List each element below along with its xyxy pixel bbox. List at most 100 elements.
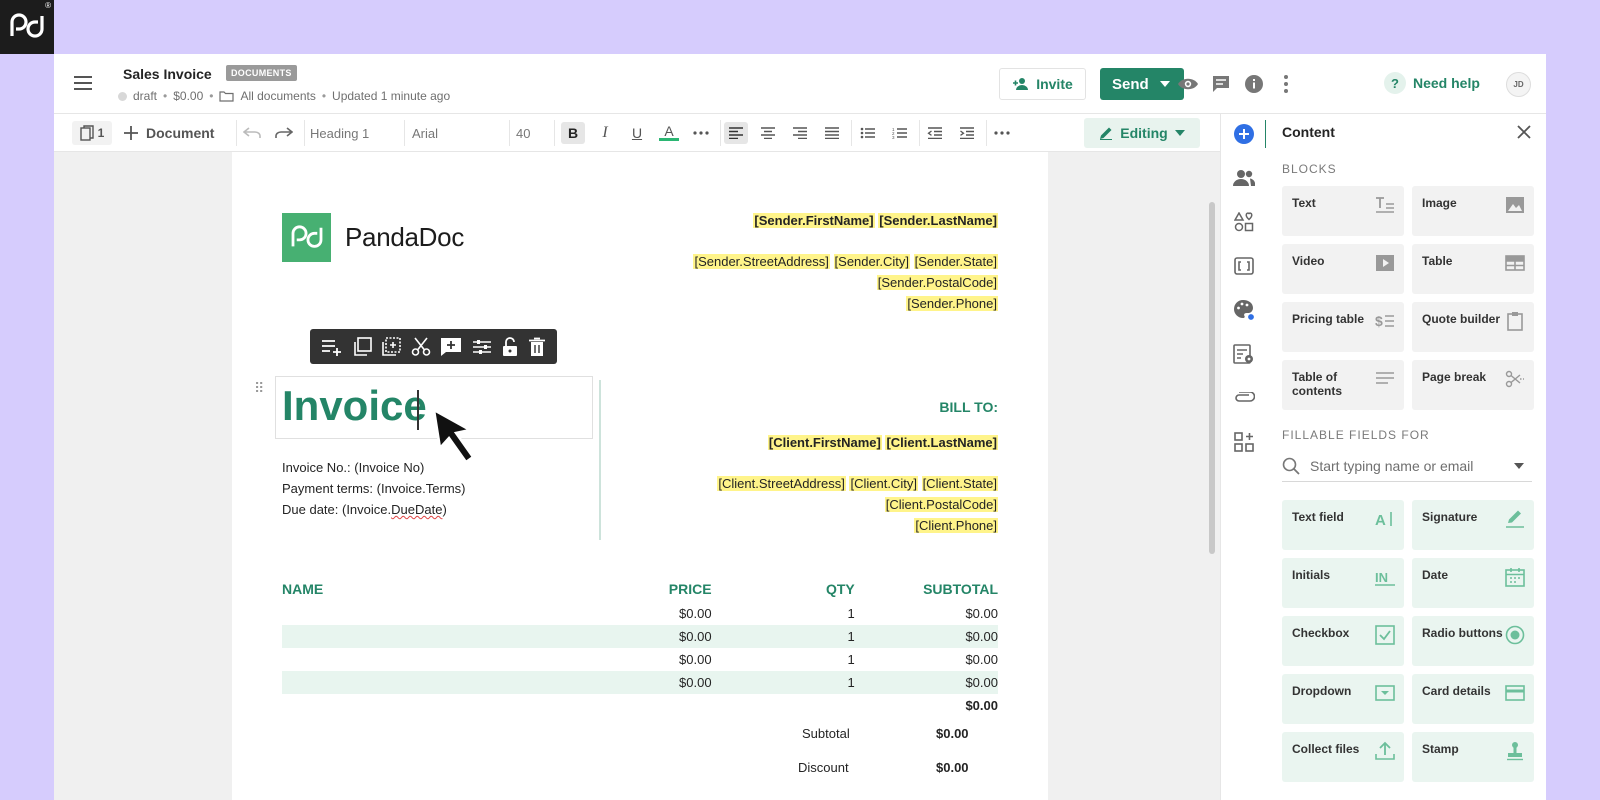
align-center-icon[interactable]: [756, 122, 780, 144]
column-header-subtotal: SUBTOTAL: [923, 581, 998, 597]
bill-to-label[interactable]: BILL TO:: [939, 399, 998, 415]
recipients-icon[interactable]: [1232, 166, 1256, 190]
discount-value[interactable]: $0.00: [936, 760, 969, 775]
attachment-icon[interactable]: [1232, 386, 1256, 410]
design-palette-icon[interactable]: [1232, 298, 1256, 322]
select-block-icon[interactable]: [381, 336, 402, 357]
avatar[interactable]: JD: [1506, 72, 1531, 97]
field-collect-files[interactable]: Collect files: [1282, 732, 1404, 782]
block-pricing-table[interactable]: Pricing table $: [1282, 302, 1404, 352]
canvas-scrollbar[interactable]: [1209, 202, 1215, 554]
block-video[interactable]: Video: [1282, 244, 1404, 294]
add-document-button[interactable]: Document: [124, 122, 214, 144]
client-street-token[interactable]: [Client.StreetAddress]: [717, 476, 846, 491]
align-justify-icon[interactable]: [820, 122, 844, 144]
field-initials[interactable]: Initials IN: [1282, 558, 1404, 608]
invite-button[interactable]: Invite: [999, 68, 1086, 100]
field-stamp[interactable]: Stamp: [1412, 732, 1534, 782]
scissors-icon[interactable]: [411, 337, 431, 357]
bullet-list-icon[interactable]: [856, 122, 880, 144]
align-right-icon[interactable]: [788, 122, 812, 144]
shapes-icon[interactable]: [1232, 210, 1256, 234]
indent-icon[interactable]: [955, 122, 979, 144]
recipient-search[interactable]: [1282, 450, 1532, 482]
block-page-break[interactable]: Page break: [1412, 360, 1534, 410]
client-first-name-token[interactable]: [Client.FirstName]: [767, 435, 882, 450]
hamburger-menu-icon[interactable]: [74, 74, 92, 92]
italic-button[interactable]: I: [593, 122, 617, 144]
pages-button[interactable]: 1: [72, 121, 112, 145]
table-row[interactable]: $0.00 1 $0.00: [282, 625, 998, 648]
sender-postal-token[interactable]: [Sender.PostalCode]: [876, 275, 998, 290]
client-postal-token[interactable]: [Client.PostalCode]: [884, 497, 998, 512]
sender-phone-token[interactable]: [Sender.Phone]: [906, 296, 998, 311]
field-checkbox[interactable]: Checkbox: [1282, 616, 1404, 666]
sender-first-name-token[interactable]: [Sender.FirstName]: [753, 213, 875, 228]
status-text: draft: [133, 89, 158, 103]
block-image[interactable]: Image: [1412, 186, 1534, 236]
folder-link[interactable]: All documents: [240, 89, 315, 103]
insert-after-icon[interactable]: [321, 338, 343, 356]
pricing-table[interactable]: NAME PRICE QTY SUBTOTAL $0.00 1 $0.00 $0…: [282, 576, 998, 717]
text-color-button[interactable]: A: [657, 122, 681, 144]
settings-sliders-icon[interactable]: [472, 338, 492, 356]
block-quote-builder[interactable]: Quote builder: [1412, 302, 1534, 352]
pricing-settings-icon[interactable]: [1232, 342, 1256, 366]
unlock-icon[interactable]: [501, 336, 519, 357]
block-table[interactable]: Table: [1412, 244, 1534, 294]
chevron-down-icon[interactable]: [1514, 462, 1524, 469]
apps-icon[interactable]: [1232, 430, 1256, 454]
more-vertical-icon[interactable]: [1274, 72, 1298, 96]
trash-icon[interactable]: [528, 337, 546, 357]
invoice-number[interactable]: Invoice No.: (Invoice No): [282, 457, 466, 478]
sender-last-name-token[interactable]: [Sender.LastName]: [878, 213, 998, 228]
undo-icon[interactable]: [242, 122, 262, 144]
need-help-button[interactable]: ? Need help: [1384, 72, 1480, 94]
table-row[interactable]: $0.00 1 $0.00: [282, 602, 998, 625]
field-card-details[interactable]: Card details: [1412, 674, 1534, 724]
block-text[interactable]: Text: [1282, 186, 1404, 236]
client-city-token[interactable]: [Client.City]: [849, 476, 918, 491]
comments-icon[interactable]: [1209, 72, 1233, 96]
underline-button[interactable]: U: [625, 122, 649, 144]
editing-mode-button[interactable]: Editing: [1084, 118, 1200, 148]
field-dropdown[interactable]: Dropdown: [1282, 674, 1404, 724]
table-row[interactable]: $0.00 1 $0.00: [282, 648, 998, 671]
field-date[interactable]: Date: [1412, 558, 1534, 608]
add-content-icon[interactable]: [1232, 122, 1256, 146]
duplicate-icon[interactable]: [352, 336, 372, 357]
field-signature[interactable]: Signature: [1412, 500, 1534, 550]
bold-button[interactable]: B: [561, 122, 585, 144]
drag-handle-icon[interactable]: ⠿: [254, 380, 264, 397]
font-family-select[interactable]: Arial: [412, 122, 502, 144]
due-date[interactable]: Due date: (Invoice.DueDate): [282, 499, 466, 520]
invoice-heading[interactable]: Invoice: [282, 382, 427, 430]
field-text[interactable]: Text field A: [1282, 500, 1404, 550]
more-horizontal-icon[interactable]: [689, 122, 713, 144]
payment-terms[interactable]: Payment terms: (Invoice.Terms): [282, 478, 466, 499]
client-phone-token[interactable]: [Client.Phone]: [914, 518, 998, 533]
font-size-select[interactable]: 40: [516, 122, 546, 144]
variables-icon[interactable]: [1232, 254, 1256, 278]
numbered-list-icon[interactable]: 123: [888, 122, 912, 144]
client-last-name-token[interactable]: [Client.LastName]: [885, 435, 998, 450]
sender-street-token[interactable]: [Sender.StreetAddress]: [693, 254, 830, 269]
document-title[interactable]: Sales Invoice: [123, 66, 212, 82]
table-row[interactable]: $0.00 1 $0.00: [282, 671, 998, 694]
field-radio-buttons[interactable]: Radio buttons: [1412, 616, 1534, 666]
client-state-token[interactable]: [Client.State]: [921, 476, 998, 491]
sender-state-token[interactable]: [Sender.State]: [913, 254, 998, 269]
more-options-icon[interactable]: [990, 122, 1014, 144]
close-icon[interactable]: [1514, 122, 1534, 142]
block-table-of-contents[interactable]: Table of contents: [1282, 360, 1404, 410]
add-comment-icon[interactable]: [440, 337, 462, 357]
redo-icon[interactable]: [274, 122, 294, 144]
preview-eye-icon[interactable]: [1176, 72, 1200, 96]
text-style-select[interactable]: Heading 1: [310, 122, 400, 144]
align-left-icon[interactable]: [724, 122, 748, 144]
send-button[interactable]: Send: [1100, 68, 1184, 100]
recipient-search-input[interactable]: [1310, 457, 1500, 474]
sender-city-token[interactable]: [Sender.City]: [833, 254, 910, 269]
outdent-icon[interactable]: [923, 122, 947, 144]
info-icon[interactable]: [1242, 72, 1266, 96]
